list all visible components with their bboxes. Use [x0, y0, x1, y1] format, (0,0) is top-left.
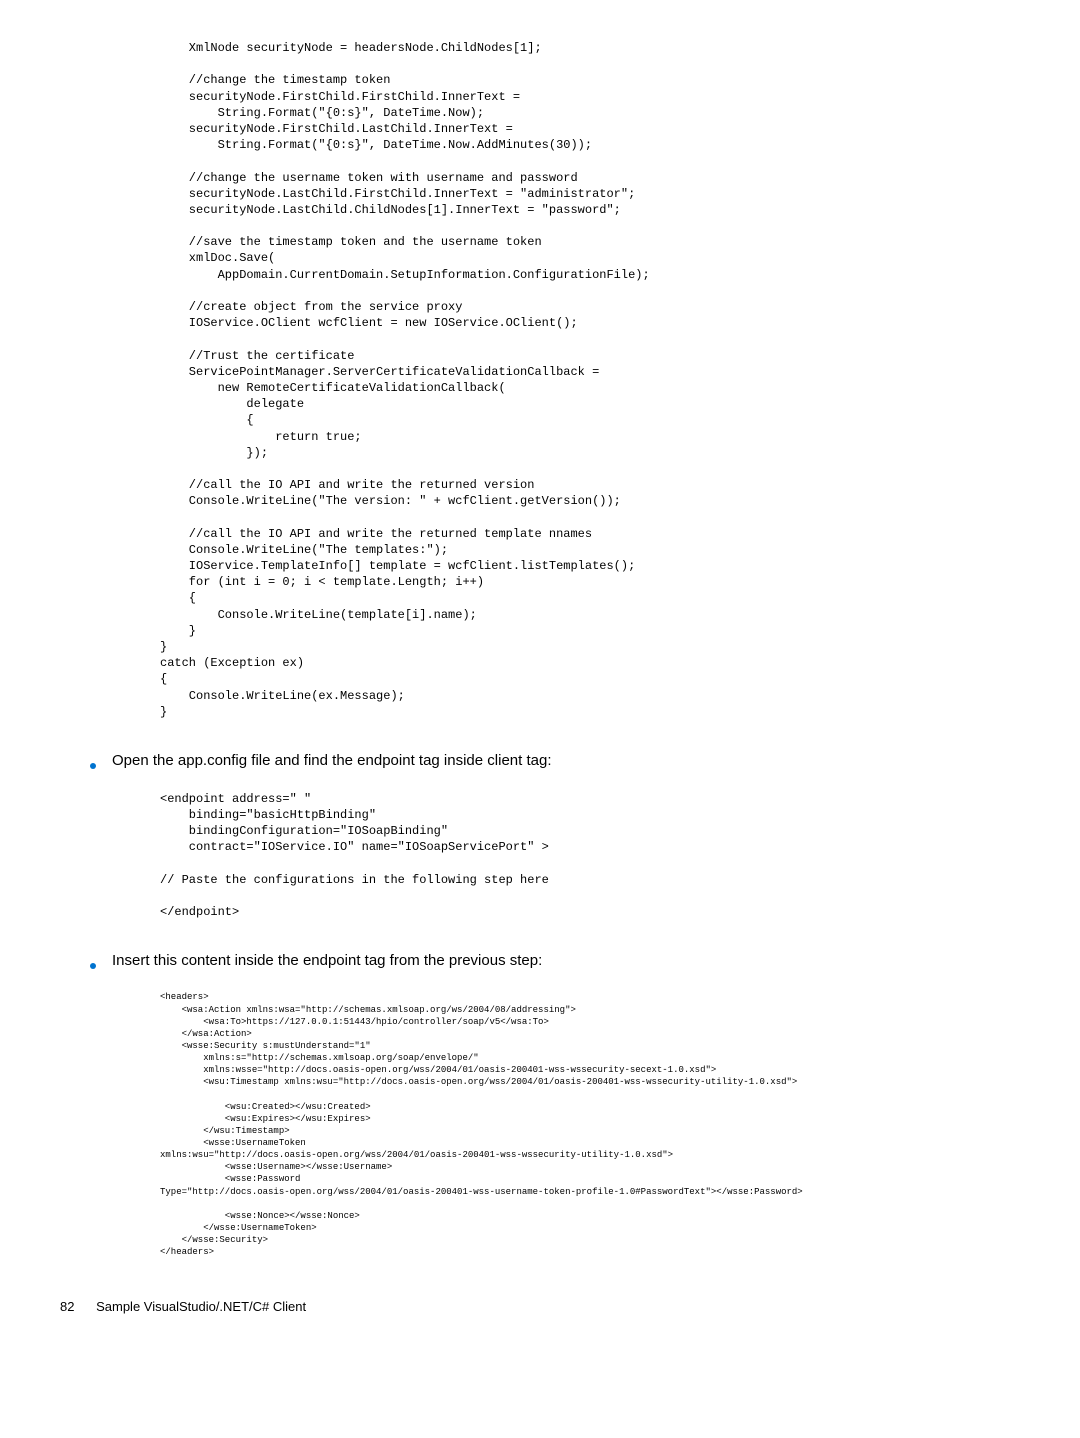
code-block-endpoint: <endpoint address=" " binding="basicHttp… — [160, 791, 1020, 921]
bullet-text-1: Open the app.config file and find the en… — [112, 750, 551, 771]
bullet-icon — [90, 763, 96, 769]
bullet-icon — [90, 963, 96, 969]
bullet-text-2: Insert this content inside the endpoint … — [112, 950, 542, 971]
page-number: 82 — [60, 1298, 74, 1316]
bullet-item-1: Open the app.config file and find the en… — [90, 750, 1020, 771]
code-block-headers: <headers> <wsa:Action xmlns:wsa="http://… — [160, 991, 1020, 1258]
bullet-item-2: Insert this content inside the endpoint … — [90, 950, 1020, 971]
footer-title: Sample VisualStudio/.NET/C# Client — [96, 1299, 306, 1314]
code-block-main: XmlNode securityNode = headersNode.Child… — [160, 40, 1020, 720]
page-footer: 82 Sample VisualStudio/.NET/C# Client — [60, 1298, 1020, 1316]
